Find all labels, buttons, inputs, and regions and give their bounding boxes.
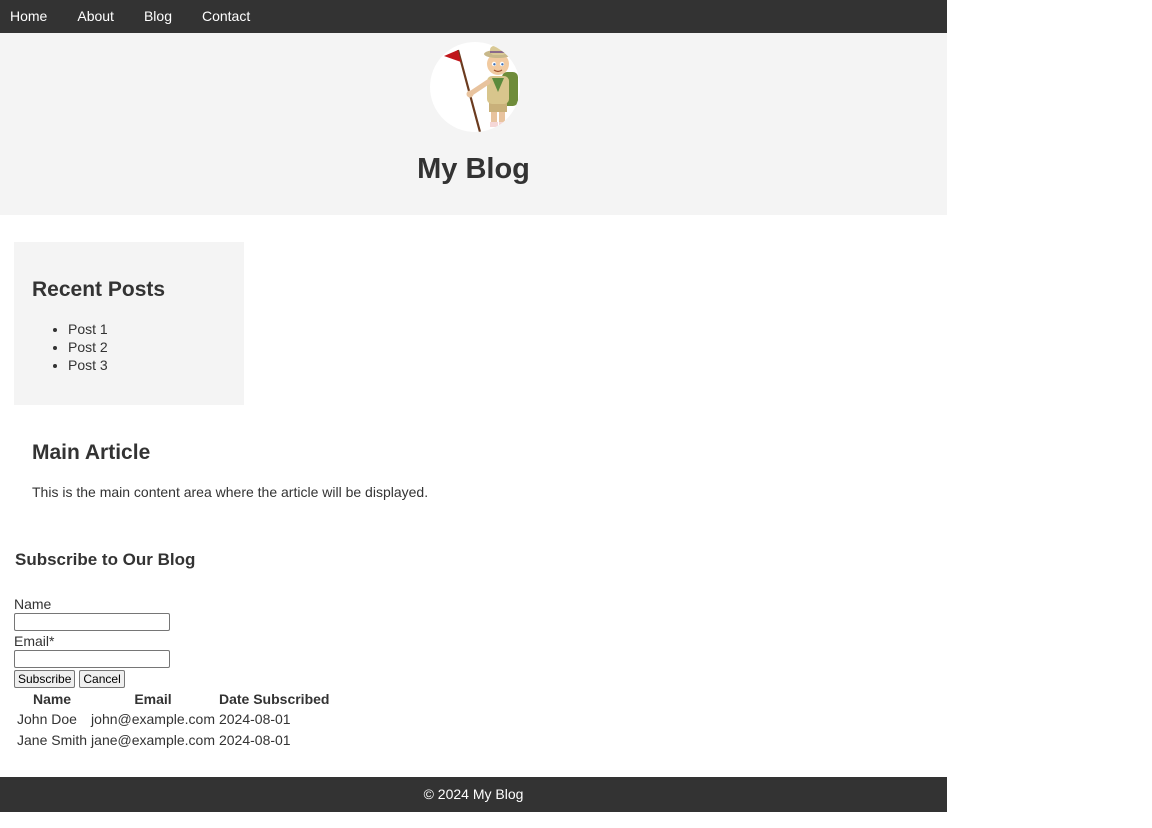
table-cell: jane@example.com (91, 732, 215, 748)
article-title: Main Article (32, 441, 151, 464)
post-link-3[interactable]: Post 3 (68, 357, 108, 373)
site-header: My Blog (0, 33, 947, 215)
scout-hiker-icon (444, 46, 518, 132)
list-item: Post 1 (68, 320, 108, 338)
list-item: Post 2 (68, 338, 108, 356)
nav-link-blog[interactable]: Blog (134, 0, 182, 33)
table-cell: Jane Smith (17, 732, 88, 748)
site-footer: © 2024 My Blog (0, 777, 947, 812)
subscribe-form: Name Email* Subscribe Cancel (14, 596, 414, 688)
nav-link-contact[interactable]: Contact (192, 0, 260, 33)
column-header-email: Email (134, 691, 172, 707)
column-header-date: Date Subscribed (218, 691, 330, 707)
list-item: Post 3 (68, 356, 108, 374)
top-nav: Home About Blog Contact (0, 0, 947, 33)
name-field[interactable] (14, 613, 170, 631)
sidebar-title: Recent Posts (32, 278, 166, 301)
column-header-name: Name (32, 691, 72, 707)
site-title: My Blog (417, 153, 530, 185)
table-cell: 2024-08-01 (218, 711, 291, 727)
table-cell: john@example.com (91, 711, 215, 727)
subscribe-title: Subscribe to Our Blog (15, 550, 196, 569)
form-buttons: Subscribe Cancel (14, 670, 414, 688)
nav-link-home[interactable]: Home (0, 0, 57, 33)
name-label: Name (14, 596, 52, 612)
avatar (430, 42, 520, 132)
page: Home About Blog Contact My Blog Recent P… (0, 0, 947, 812)
table-header-row: Name Email Date Subscribed (16, 690, 330, 708)
post-link-2[interactable]: Post 2 (68, 339, 108, 355)
footer-text: © 2024 My Blog (423, 786, 524, 802)
table-row: John Doe john@example.com 2024-08-01 (16, 710, 330, 729)
article-body: This is the main content area where the … (32, 484, 429, 500)
post-link-1[interactable]: Post 1 (68, 321, 108, 337)
sidebar: Recent Posts Post 1 Post 2 Post 3 (14, 242, 244, 405)
cancel-button[interactable]: Cancel (79, 670, 125, 688)
subscribe-button[interactable]: Subscribe (14, 670, 76, 688)
nav-link-about[interactable]: About (67, 0, 124, 33)
subscribers-table: Name Email Date Subscribed John Doe john… (14, 688, 332, 752)
table-cell: 2024-08-01 (218, 732, 291, 748)
table-row: Jane Smith jane@example.com 2024-08-01 (16, 731, 330, 750)
email-label: Email* (14, 633, 55, 649)
table-cell: John Doe (17, 711, 77, 727)
email-field[interactable] (14, 650, 170, 668)
recent-posts-list: Post 1 Post 2 Post 3 (68, 320, 108, 374)
